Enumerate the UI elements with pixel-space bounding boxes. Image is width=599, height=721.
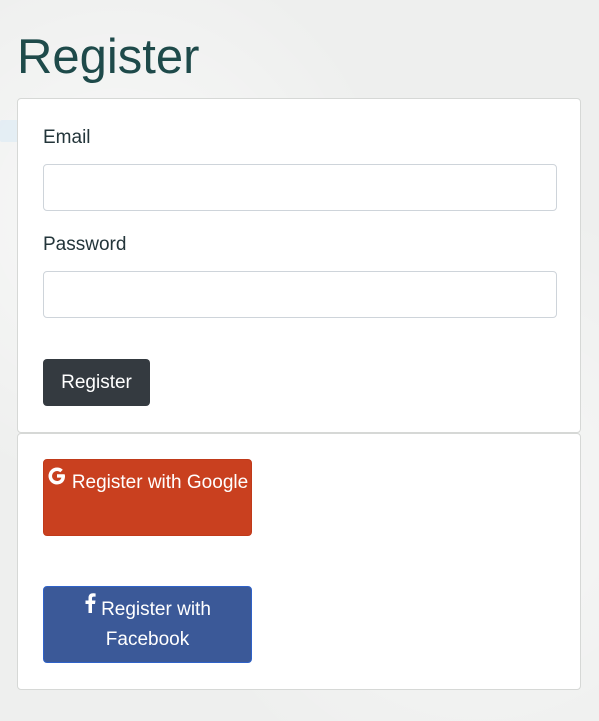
google-icon bbox=[47, 466, 67, 496]
register-form-card: Email Password Register bbox=[17, 98, 581, 433]
google-button-label: Register with Google bbox=[71, 472, 249, 494]
page-title: Register bbox=[17, 30, 200, 84]
page: Register Email Password Register Registe… bbox=[0, 0, 599, 721]
email-field[interactable] bbox=[43, 164, 557, 211]
facebook-button-label: Register with Facebook bbox=[101, 599, 211, 651]
facebook-icon bbox=[84, 593, 96, 623]
email-label: Email bbox=[43, 127, 91, 148]
social-register-card: Register with Google Register with Faceb… bbox=[17, 433, 581, 690]
password-field[interactable] bbox=[43, 271, 557, 318]
register-with-google-button[interactable]: Register with Google bbox=[43, 459, 252, 536]
register-with-facebook-button[interactable]: Register with Facebook bbox=[43, 586, 252, 663]
password-label: Password bbox=[43, 234, 127, 255]
register-button[interactable]: Register bbox=[43, 359, 150, 406]
